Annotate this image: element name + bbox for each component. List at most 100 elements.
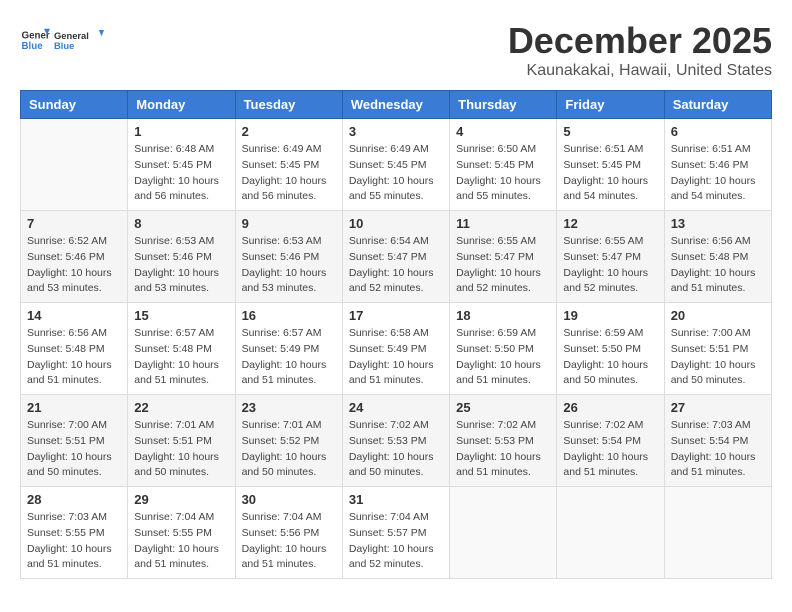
daylight-text: Daylight: 10 hours and 51 minutes. bbox=[671, 451, 756, 479]
cell-info: Sunrise: 6:56 AM Sunset: 5:48 PM Dayligh… bbox=[27, 326, 121, 389]
sunset-text: Sunset: 5:53 PM bbox=[349, 435, 427, 447]
sunset-text: Sunset: 5:54 PM bbox=[563, 435, 641, 447]
day-number: 28 bbox=[27, 492, 121, 507]
daylight-text: Daylight: 10 hours and 51 minutes. bbox=[671, 267, 756, 295]
day-number: 26 bbox=[563, 400, 657, 415]
sunrise-text: Sunrise: 6:51 AM bbox=[671, 143, 751, 155]
sunset-text: Sunset: 5:45 PM bbox=[349, 159, 427, 171]
sunset-text: Sunset: 5:45 PM bbox=[134, 159, 212, 171]
sunrise-text: Sunrise: 7:03 AM bbox=[671, 419, 751, 431]
day-number: 3 bbox=[349, 124, 443, 139]
table-row: 6 Sunrise: 6:51 AM Sunset: 5:46 PM Dayli… bbox=[664, 119, 771, 211]
cell-info: Sunrise: 6:55 AM Sunset: 5:47 PM Dayligh… bbox=[563, 234, 657, 297]
table-row: 24 Sunrise: 7:02 AM Sunset: 5:53 PM Dayl… bbox=[342, 395, 449, 487]
table-row bbox=[557, 487, 664, 579]
sunset-text: Sunset: 5:52 PM bbox=[242, 435, 320, 447]
calendar-table: Sunday Monday Tuesday Wednesday Thursday… bbox=[20, 90, 772, 579]
cell-info: Sunrise: 7:02 AM Sunset: 5:53 PM Dayligh… bbox=[456, 418, 550, 481]
day-number: 22 bbox=[134, 400, 228, 415]
sunset-text: Sunset: 5:46 PM bbox=[27, 251, 105, 263]
table-row bbox=[664, 487, 771, 579]
location-title: Kaunakakai, Hawaii, United States bbox=[508, 62, 772, 80]
table-row: 8 Sunrise: 6:53 AM Sunset: 5:46 PM Dayli… bbox=[128, 211, 235, 303]
cell-info: Sunrise: 6:58 AM Sunset: 5:49 PM Dayligh… bbox=[349, 326, 443, 389]
sunrise-text: Sunrise: 7:00 AM bbox=[671, 327, 751, 339]
sunrise-text: Sunrise: 7:01 AM bbox=[134, 419, 214, 431]
day-number: 21 bbox=[27, 400, 121, 415]
calendar-week-row: 21 Sunrise: 7:00 AM Sunset: 5:51 PM Dayl… bbox=[21, 395, 772, 487]
sunrise-text: Sunrise: 6:56 AM bbox=[27, 327, 107, 339]
page-header: General Blue General Blue December 2025 … bbox=[20, 20, 772, 80]
col-monday: Monday bbox=[128, 91, 235, 119]
cell-info: Sunrise: 6:51 AM Sunset: 5:46 PM Dayligh… bbox=[671, 142, 765, 205]
sunrise-text: Sunrise: 7:04 AM bbox=[242, 511, 322, 523]
cell-info: Sunrise: 6:57 AM Sunset: 5:49 PM Dayligh… bbox=[242, 326, 336, 389]
daylight-text: Daylight: 10 hours and 53 minutes. bbox=[134, 267, 219, 295]
daylight-text: Daylight: 10 hours and 51 minutes. bbox=[27, 359, 112, 387]
day-number: 18 bbox=[456, 308, 550, 323]
table-row: 30 Sunrise: 7:04 AM Sunset: 5:56 PM Dayl… bbox=[235, 487, 342, 579]
table-row: 13 Sunrise: 6:56 AM Sunset: 5:48 PM Dayl… bbox=[664, 211, 771, 303]
table-row: 12 Sunrise: 6:55 AM Sunset: 5:47 PM Dayl… bbox=[557, 211, 664, 303]
sunrise-text: Sunrise: 6:49 AM bbox=[349, 143, 429, 155]
daylight-text: Daylight: 10 hours and 51 minutes. bbox=[456, 451, 541, 479]
sunrise-text: Sunrise: 6:49 AM bbox=[242, 143, 322, 155]
daylight-text: Daylight: 10 hours and 51 minutes. bbox=[563, 451, 648, 479]
daylight-text: Daylight: 10 hours and 54 minutes. bbox=[671, 175, 756, 203]
day-number: 20 bbox=[671, 308, 765, 323]
day-number: 1 bbox=[134, 124, 228, 139]
table-row: 31 Sunrise: 7:04 AM Sunset: 5:57 PM Dayl… bbox=[342, 487, 449, 579]
sunrise-text: Sunrise: 6:56 AM bbox=[671, 235, 751, 247]
daylight-text: Daylight: 10 hours and 53 minutes. bbox=[27, 267, 112, 295]
sunrise-text: Sunrise: 6:48 AM bbox=[134, 143, 214, 155]
cell-info: Sunrise: 7:04 AM Sunset: 5:56 PM Dayligh… bbox=[242, 510, 336, 573]
sunset-text: Sunset: 5:55 PM bbox=[27, 527, 105, 539]
daylight-text: Daylight: 10 hours and 50 minutes. bbox=[349, 451, 434, 479]
calendar-week-row: 1 Sunrise: 6:48 AM Sunset: 5:45 PM Dayli… bbox=[21, 119, 772, 211]
day-number: 2 bbox=[242, 124, 336, 139]
cell-info: Sunrise: 6:59 AM Sunset: 5:50 PM Dayligh… bbox=[563, 326, 657, 389]
calendar-week-row: 28 Sunrise: 7:03 AM Sunset: 5:55 PM Dayl… bbox=[21, 487, 772, 579]
sunset-text: Sunset: 5:45 PM bbox=[456, 159, 534, 171]
daylight-text: Daylight: 10 hours and 51 minutes. bbox=[27, 543, 112, 571]
cell-info: Sunrise: 7:02 AM Sunset: 5:54 PM Dayligh… bbox=[563, 418, 657, 481]
sunrise-text: Sunrise: 6:58 AM bbox=[349, 327, 429, 339]
table-row bbox=[450, 487, 557, 579]
table-row: 21 Sunrise: 7:00 AM Sunset: 5:51 PM Dayl… bbox=[21, 395, 128, 487]
day-number: 23 bbox=[242, 400, 336, 415]
logo-image: General Blue bbox=[54, 20, 104, 60]
sunset-text: Sunset: 5:48 PM bbox=[134, 343, 212, 355]
sunset-text: Sunset: 5:45 PM bbox=[242, 159, 320, 171]
table-row: 14 Sunrise: 6:56 AM Sunset: 5:48 PM Dayl… bbox=[21, 303, 128, 395]
table-row: 23 Sunrise: 7:01 AM Sunset: 5:52 PM Dayl… bbox=[235, 395, 342, 487]
sunrise-text: Sunrise: 6:54 AM bbox=[349, 235, 429, 247]
sunset-text: Sunset: 5:51 PM bbox=[27, 435, 105, 447]
table-row: 15 Sunrise: 6:57 AM Sunset: 5:48 PM Dayl… bbox=[128, 303, 235, 395]
sunrise-text: Sunrise: 6:52 AM bbox=[27, 235, 107, 247]
sunrise-text: Sunrise: 6:59 AM bbox=[456, 327, 536, 339]
sunset-text: Sunset: 5:47 PM bbox=[456, 251, 534, 263]
daylight-text: Daylight: 10 hours and 50 minutes. bbox=[563, 359, 648, 387]
day-number: 15 bbox=[134, 308, 228, 323]
daylight-text: Daylight: 10 hours and 51 minutes. bbox=[134, 359, 219, 387]
daylight-text: Daylight: 10 hours and 50 minutes. bbox=[27, 451, 112, 479]
cell-info: Sunrise: 6:55 AM Sunset: 5:47 PM Dayligh… bbox=[456, 234, 550, 297]
daylight-text: Daylight: 10 hours and 54 minutes. bbox=[563, 175, 648, 203]
table-row: 19 Sunrise: 6:59 AM Sunset: 5:50 PM Dayl… bbox=[557, 303, 664, 395]
sunrise-text: Sunrise: 6:55 AM bbox=[563, 235, 643, 247]
sunset-text: Sunset: 5:48 PM bbox=[671, 251, 749, 263]
table-row: 28 Sunrise: 7:03 AM Sunset: 5:55 PM Dayl… bbox=[21, 487, 128, 579]
daylight-text: Daylight: 10 hours and 51 minutes. bbox=[134, 543, 219, 571]
table-row: 10 Sunrise: 6:54 AM Sunset: 5:47 PM Dayl… bbox=[342, 211, 449, 303]
table-row: 18 Sunrise: 6:59 AM Sunset: 5:50 PM Dayl… bbox=[450, 303, 557, 395]
cell-info: Sunrise: 7:01 AM Sunset: 5:51 PM Dayligh… bbox=[134, 418, 228, 481]
day-number: 30 bbox=[242, 492, 336, 507]
day-number: 14 bbox=[27, 308, 121, 323]
sunset-text: Sunset: 5:49 PM bbox=[242, 343, 320, 355]
table-row: 17 Sunrise: 6:58 AM Sunset: 5:49 PM Dayl… bbox=[342, 303, 449, 395]
table-row: 5 Sunrise: 6:51 AM Sunset: 5:45 PM Dayli… bbox=[557, 119, 664, 211]
col-sunday: Sunday bbox=[21, 91, 128, 119]
cell-info: Sunrise: 7:00 AM Sunset: 5:51 PM Dayligh… bbox=[671, 326, 765, 389]
table-row: 22 Sunrise: 7:01 AM Sunset: 5:51 PM Dayl… bbox=[128, 395, 235, 487]
day-number: 29 bbox=[134, 492, 228, 507]
